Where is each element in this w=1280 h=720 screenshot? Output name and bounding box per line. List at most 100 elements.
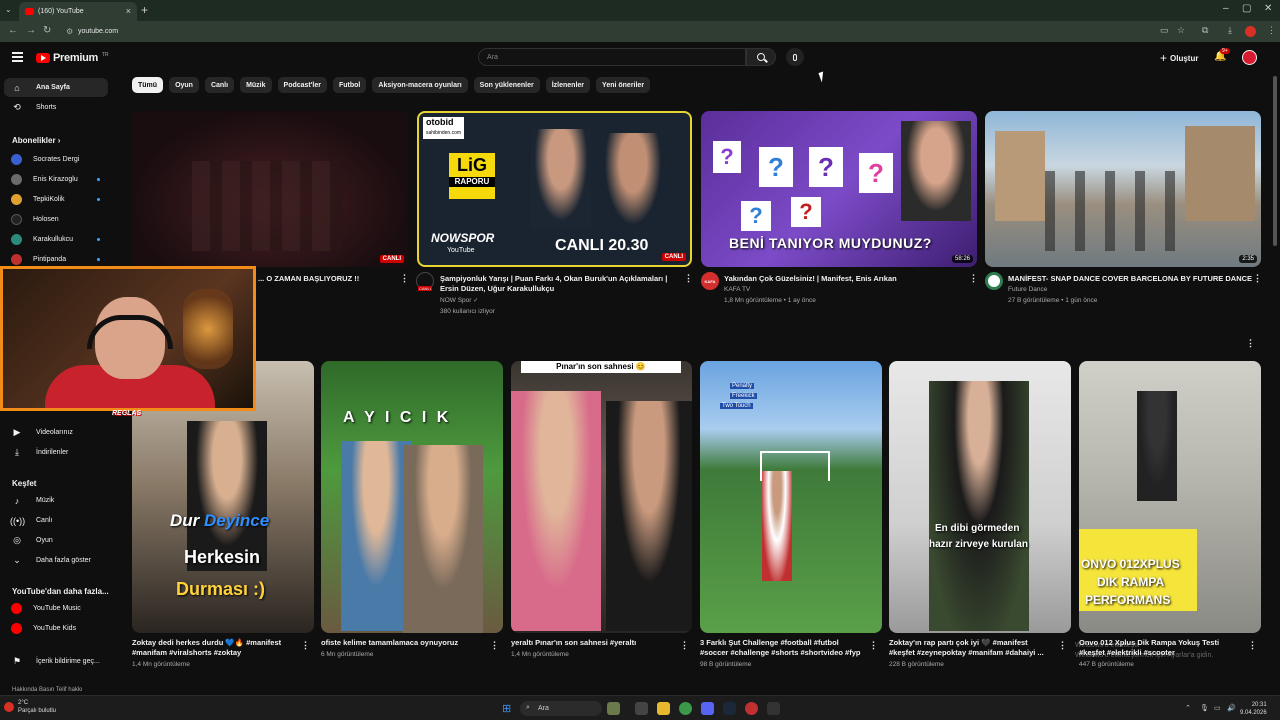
channel-avatar[interactable]: KAFA: [701, 272, 719, 290]
download-icon[interactable]: ⤓: [1228, 25, 1232, 36]
browser-menu-icon[interactable]: ⋮: [1267, 25, 1276, 36]
page-scrollbar[interactable]: [1273, 76, 1277, 246]
chip-music[interactable]: Müzik: [240, 77, 272, 93]
short-title[interactable]: ofiste kelime tamamlamaca oynuyoruz: [321, 638, 481, 648]
short-title[interactable]: Zoktay dedi herkes durdu 💙🔥 #manifest #m…: [132, 638, 292, 658]
profile-icon[interactable]: [1245, 26, 1256, 37]
chrome-icon[interactable]: [679, 702, 692, 715]
search-button[interactable]: [746, 48, 776, 66]
video-title[interactable]: ... O ZAMAN BAŞLIYORUZ !!: [258, 274, 398, 284]
obs-icon[interactable]: [745, 702, 758, 715]
sidebar-item-downloads[interactable]: ⤓ İndirilenler: [4, 443, 108, 462]
video-title[interactable]: Yakından Çok Güzelsiniz! | Manifest, Eni…: [724, 274, 964, 284]
video-title[interactable]: Şampiyonluk Yarışı | Puan Farkı 4, Okan …: [440, 274, 675, 294]
sidebar-item-subscription[interactable]: TepkiKolik: [4, 190, 108, 209]
channel-avatar[interactable]: [985, 272, 1003, 290]
chip-live[interactable]: Canlı: [204, 77, 235, 93]
new-tab-icon[interactable]: +: [141, 3, 148, 17]
short-thumbnail[interactable]: Penalty Freekick Two Touch: [700, 361, 882, 633]
short-thumbnail[interactable]: A Y I C I K: [321, 361, 503, 633]
address-bar[interactable]: ⚙ youtube.com: [60, 24, 1140, 39]
discord-icon[interactable]: [701, 702, 714, 715]
search-input[interactable]: Ara: [478, 48, 746, 66]
taskbar-app-icon[interactable]: [607, 702, 620, 715]
create-button[interactable]: + Oluştur: [1160, 51, 1198, 65]
sidebar-item-gaming[interactable]: ◎ Oyun: [4, 531, 108, 550]
sidebar-item-subscription[interactable]: Enis Kirazoglu: [4, 170, 108, 189]
bookmark-star-icon[interactable]: ☆: [1177, 25, 1185, 36]
notifications-button[interactable]: 🔔 9+: [1214, 48, 1230, 62]
chip-all[interactable]: Tümü: [132, 77, 164, 93]
weather-widget[interactable]: 2°C Parçalı bulutlu: [18, 699, 56, 715]
video-thumbnail[interactable]: otobid sahibinden.com LiG RAPORU NOWSPOR …: [417, 111, 692, 267]
microphone-tray-icon[interactable]: 🎙: [1200, 704, 1209, 712]
short-thumbnail[interactable]: En dibi görmeden hazır zirveye kurulan: [889, 361, 1071, 633]
chip-watched[interactable]: İzlenenler: [545, 77, 591, 93]
short-more-icon[interactable]: ⋮: [490, 640, 499, 651]
channel-avatar[interactable]: CANLI: [416, 272, 434, 291]
video-thumbnail[interactable]: ? ? ? ? ? ? BENİ TANIYOR MUYDUNUZ? 58:26: [701, 111, 977, 267]
video-title[interactable]: MANİFEST- SNAP DANCE COVER BARCELONA BY …: [1008, 274, 1253, 284]
cast-icon[interactable]: ▭: [1160, 25, 1169, 36]
short-more-icon[interactable]: ⋮: [869, 640, 878, 651]
short-more-icon[interactable]: ⋮: [680, 640, 689, 651]
channel-name[interactable]: Future Dance: [1008, 285, 1047, 295]
video-more-icon[interactable]: ⋮: [400, 273, 409, 284]
chip-podcasts[interactable]: Podcast'ler: [277, 77, 327, 93]
taskbar-app-icon[interactable]: [767, 702, 780, 715]
sidebar-item-your-videos[interactable]: ▶ Videolarınız: [4, 423, 108, 442]
sidebar-item-music[interactable]: ♪ Müzik: [4, 491, 108, 510]
video-thumbnail[interactable]: 2:35: [985, 111, 1261, 267]
taskbar-search[interactable]: ⌕ Ara: [520, 701, 602, 716]
voice-search-button[interactable]: [786, 48, 804, 66]
tab-close-icon[interactable]: ×: [126, 6, 131, 16]
channel-name[interactable]: NOW Spor ✓: [440, 296, 478, 306]
sidebar-item-youtube-music[interactable]: YouTube Music: [4, 599, 108, 618]
steam-icon[interactable]: [723, 702, 736, 715]
maximize-icon[interactable]: ▢: [1242, 3, 1251, 14]
chip-new-to-you[interactable]: Yeni öneriler: [596, 77, 651, 93]
video-more-icon[interactable]: ⋮: [1253, 273, 1262, 284]
site-info-icon[interactable]: ⚙: [66, 27, 73, 36]
short-more-icon[interactable]: ⋮: [1248, 640, 1257, 651]
account-avatar[interactable]: [1242, 50, 1257, 65]
shorts-shelf-more-icon[interactable]: ⋮: [1246, 338, 1255, 349]
chip-action-adventure[interactable]: Aksiyon-macera oyunları: [372, 77, 468, 93]
weather-icon[interactable]: [4, 702, 14, 712]
chip-games[interactable]: Oyun: [169, 77, 199, 93]
short-title[interactable]: yeraltı Pınar'ın son sahnesi #yeraltı: [511, 638, 671, 648]
video-more-icon[interactable]: ⋮: [969, 273, 978, 284]
youtube-logo[interactable]: Premium TR: [36, 52, 109, 64]
close-window-icon[interactable]: ✕: [1264, 3, 1272, 14]
short-more-icon[interactable]: ⋮: [1058, 640, 1067, 651]
sidebar-item-home[interactable]: ⌂ Ana Sayfa: [4, 78, 108, 97]
reload-icon[interactable]: ↻: [43, 25, 51, 36]
subscriptions-heading[interactable]: Abonelikler ›: [12, 136, 60, 145]
sidebar-item-subscription[interactable]: Holosen: [4, 210, 108, 229]
clock[interactable]: 20:31 9.04.2026: [1240, 701, 1267, 717]
forward-icon[interactable]: →: [26, 25, 36, 36]
back-icon[interactable]: ←: [8, 25, 18, 36]
volume-icon[interactable]: 🔊: [1227, 704, 1236, 712]
video-more-icon[interactable]: ⋮: [684, 273, 693, 284]
browser-tab[interactable]: (160) YouTube ×: [19, 2, 137, 21]
menu-icon[interactable]: [12, 52, 23, 62]
channel-name[interactable]: KAFA TV: [724, 285, 750, 295]
windows-start-icon[interactable]: ⊞: [502, 702, 511, 715]
minimize-icon[interactable]: –: [1223, 3, 1229, 14]
network-icon[interactable]: ▭: [1214, 704, 1221, 712]
sidebar-item-show-more[interactable]: ⌄ Daha fazla göster: [4, 551, 108, 570]
short-thumbnail[interactable]: Pınar'ın son sahnesi 😊: [511, 361, 692, 633]
sidebar-item-live[interactable]: ((•)) Canlı: [4, 511, 108, 530]
sidebar-item-feedback[interactable]: ⚑ İçerik bildirime geç...: [4, 652, 108, 671]
sidebar-item-subscription[interactable]: Socrates Dergi: [4, 150, 108, 169]
sidebar-item-shorts[interactable]: ⟲ Shorts: [4, 98, 108, 117]
sidebar-item-youtube-kids[interactable]: YouTube Kids: [4, 619, 108, 638]
short-title[interactable]: Zoktay'ın rap partı çok iyi 🖤 #manifest …: [889, 638, 1054, 658]
chip-football[interactable]: Futbol: [333, 77, 367, 93]
video-thumbnail[interactable]: CANLI: [132, 111, 408, 267]
chip-recently-uploaded[interactable]: Son yüklenenler: [473, 77, 540, 93]
task-view-icon[interactable]: [635, 702, 648, 715]
short-thumbnail[interactable]: ONVO 012XPLUS DIK RAMPA PERFORMANS: [1079, 361, 1261, 633]
file-explorer-icon[interactable]: [657, 702, 670, 715]
